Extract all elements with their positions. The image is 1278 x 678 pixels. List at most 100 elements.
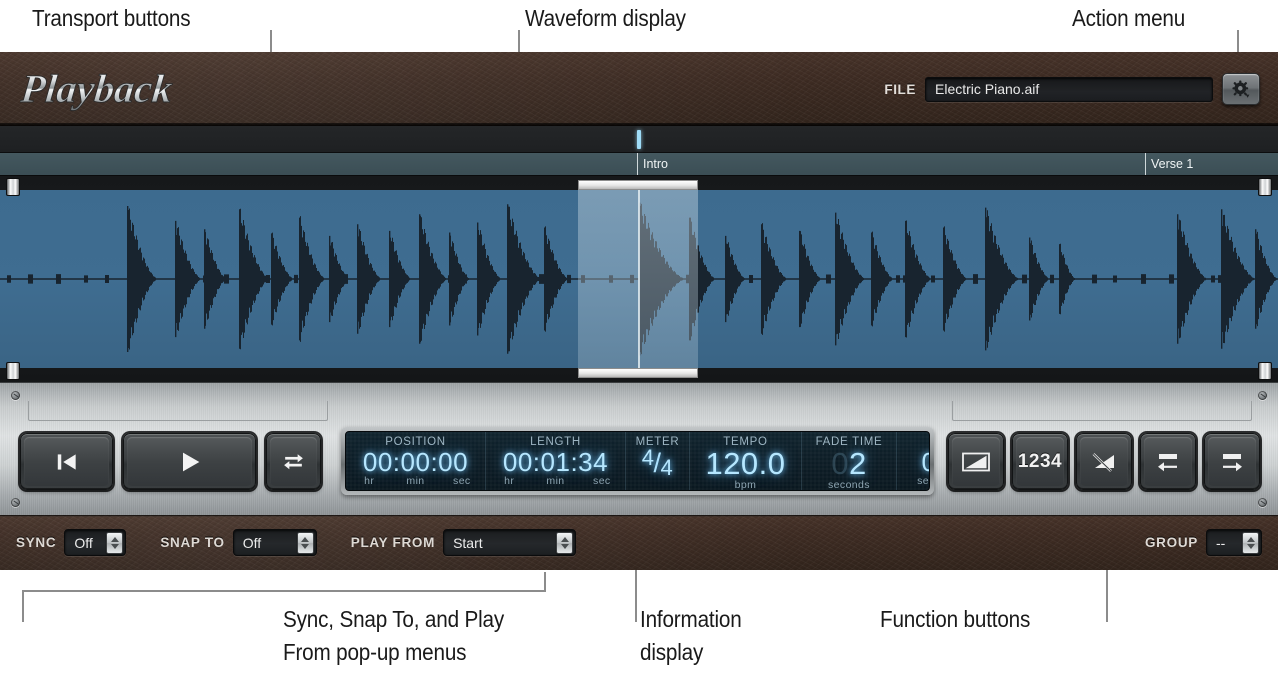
bars-beats-button[interactable]: 1234 xyxy=(1012,433,1068,490)
marker-intro[interactable]: Intro xyxy=(637,153,769,175)
unit-sec: sec xyxy=(593,475,611,487)
resize-grip-top-right[interactable] xyxy=(1258,178,1272,196)
footer-bar: SYNC Off SNAP TO Off PLAY FROM Start GRO… xyxy=(0,515,1278,570)
selection-handle-bottom[interactable] xyxy=(578,368,698,378)
meter-value: 4/4 xyxy=(642,447,674,486)
marker-verse-1[interactable]: Verse 1 xyxy=(1145,153,1278,175)
callout-function-buttons: Function buttons xyxy=(880,606,1031,632)
callout-action-menu: Action menu xyxy=(1072,5,1186,31)
unit-hr: hr xyxy=(364,475,375,487)
loop-icon xyxy=(284,454,303,470)
unit-sec: sec xyxy=(453,475,471,487)
position-cell[interactable]: POSITION 00:00:00 hr min sec xyxy=(346,432,486,490)
tempo-value: 120.0 xyxy=(705,446,786,481)
play-from-stepper[interactable] xyxy=(556,531,574,554)
snap-to-value: Off xyxy=(242,534,262,551)
position-units: hr min sec xyxy=(346,475,485,487)
bars-beats-label: 1234 xyxy=(1017,450,1063,472)
unit-hr: hr xyxy=(504,475,515,487)
nudge-right-button[interactable] xyxy=(1204,433,1260,490)
callout-information-display: Information display xyxy=(640,606,742,666)
lcd-screen: POSITION 00:00:00 hr min sec LENGTH 00:0… xyxy=(345,431,930,491)
sync-stepper[interactable] xyxy=(106,531,124,554)
pitch-units: semi cent xyxy=(897,475,929,487)
tempo-cell[interactable]: TEMPO 120.0 bpm xyxy=(690,432,802,490)
file-name-field[interactable]: Electric Piano.aif xyxy=(925,76,1213,102)
skip-to-start-icon xyxy=(57,453,76,470)
callout-popup-menus: Sync, Snap To, and Play From pop-up menu… xyxy=(283,606,505,666)
play-button[interactable] xyxy=(123,433,256,490)
waveform-canvas[interactable] xyxy=(0,190,1278,368)
nudge-left-button[interactable] xyxy=(1140,433,1196,490)
playhead-line[interactable] xyxy=(638,190,640,368)
play-from-value: Start xyxy=(453,534,483,551)
function-buttons: 1234 xyxy=(948,433,1260,490)
group-label: GROUP xyxy=(1144,535,1198,550)
unit-semi: semi xyxy=(917,475,929,487)
marker-lane[interactable]: Intro Verse 1 xyxy=(0,153,1278,176)
resize-grip-bottom-left[interactable] xyxy=(6,362,20,380)
gear-icon xyxy=(1231,79,1249,98)
sync-popup-menu[interactable]: Off xyxy=(64,529,127,556)
action-menu-button[interactable] xyxy=(1222,73,1260,105)
panel-screw xyxy=(11,498,20,507)
snap-to-popup-menu[interactable]: Off xyxy=(232,529,317,556)
snap-to-label: SNAP TO xyxy=(160,535,225,550)
control-panel: POSITION 00:00:00 hr min sec LENGTH 00:0… xyxy=(0,382,1278,515)
meter-cell[interactable]: METER 4/4 xyxy=(626,432,690,490)
file-area: FILE Electric Piano.aif xyxy=(884,72,1260,106)
meter-denominator: 4 xyxy=(660,455,674,480)
bar-arrow-right-icon xyxy=(1223,453,1242,471)
group-stepper[interactable] xyxy=(1242,531,1259,554)
snap-to-stepper[interactable] xyxy=(296,531,314,554)
group-value: -- xyxy=(1216,534,1226,551)
resize-grip-top-left[interactable] xyxy=(6,178,20,196)
timeline-ruler[interactable] xyxy=(0,126,1278,153)
leader-line-popups-span xyxy=(22,590,545,592)
group-popup-menu[interactable]: -- xyxy=(1206,529,1262,556)
panel-screw xyxy=(1258,498,1267,507)
position-value: 00:00:00 xyxy=(362,446,469,477)
unit-seconds: seconds xyxy=(828,479,870,491)
length-value: 00:01:34 xyxy=(502,446,609,477)
leader-line-popups-right xyxy=(544,572,546,592)
fade-ramp-icon xyxy=(962,452,990,471)
fade-time-digits: 2 xyxy=(849,446,867,481)
unit-min: min xyxy=(406,475,425,487)
unit-min: min xyxy=(546,475,565,487)
loop-button[interactable] xyxy=(266,433,321,490)
fade-time-ghost-digit: 0 xyxy=(831,446,849,481)
svg-text:Playback: Playback xyxy=(20,66,175,111)
panel-screw xyxy=(11,391,20,400)
waveform-display[interactable] xyxy=(0,176,1278,382)
selection-handle-top[interactable] xyxy=(578,180,698,190)
playhead-marker[interactable] xyxy=(637,130,641,149)
pitch-semi-value: 0 xyxy=(897,449,929,475)
length-cell[interactable]: LENGTH 00:01:34 hr min sec xyxy=(486,432,626,490)
play-from-label: PLAY FROM xyxy=(350,535,436,550)
meter-units xyxy=(626,486,689,491)
meter-fraction: 4/4 xyxy=(642,447,674,480)
information-display[interactable]: POSITION 00:00:00 hr min sec LENGTH 00:0… xyxy=(341,427,934,495)
fade-time-units: seconds xyxy=(802,479,896,491)
callout-transport-buttons: Transport buttons xyxy=(32,5,191,31)
playback-logo: Playback xyxy=(20,62,280,116)
play-icon xyxy=(182,452,199,471)
panel-screw xyxy=(1258,391,1267,400)
marker-label: Intro xyxy=(643,157,669,171)
file-label: FILE xyxy=(884,81,916,97)
fade-time-cell[interactable]: FADE TIME 02 seconds xyxy=(802,432,897,490)
pitch-cell[interactable]: PITCH 0 0 semi cent xyxy=(897,432,929,490)
bar-arrow-left-icon xyxy=(1158,453,1177,471)
resize-grip-bottom-right[interactable] xyxy=(1258,362,1272,380)
play-from-popup-menu[interactable]: Start xyxy=(443,529,577,556)
pitch-values: 0 0 xyxy=(897,449,929,475)
group-control: GROUP -- xyxy=(1145,529,1262,556)
fade-time-value: 02 xyxy=(831,448,867,479)
no-fade-button[interactable] xyxy=(1076,433,1132,490)
go-to-start-button[interactable] xyxy=(20,433,113,490)
unit-bpm: bpm xyxy=(734,479,757,491)
sync-label: SYNC xyxy=(16,535,57,550)
fade-button[interactable] xyxy=(948,433,1004,490)
crossed-ramp-icon xyxy=(1092,452,1114,472)
